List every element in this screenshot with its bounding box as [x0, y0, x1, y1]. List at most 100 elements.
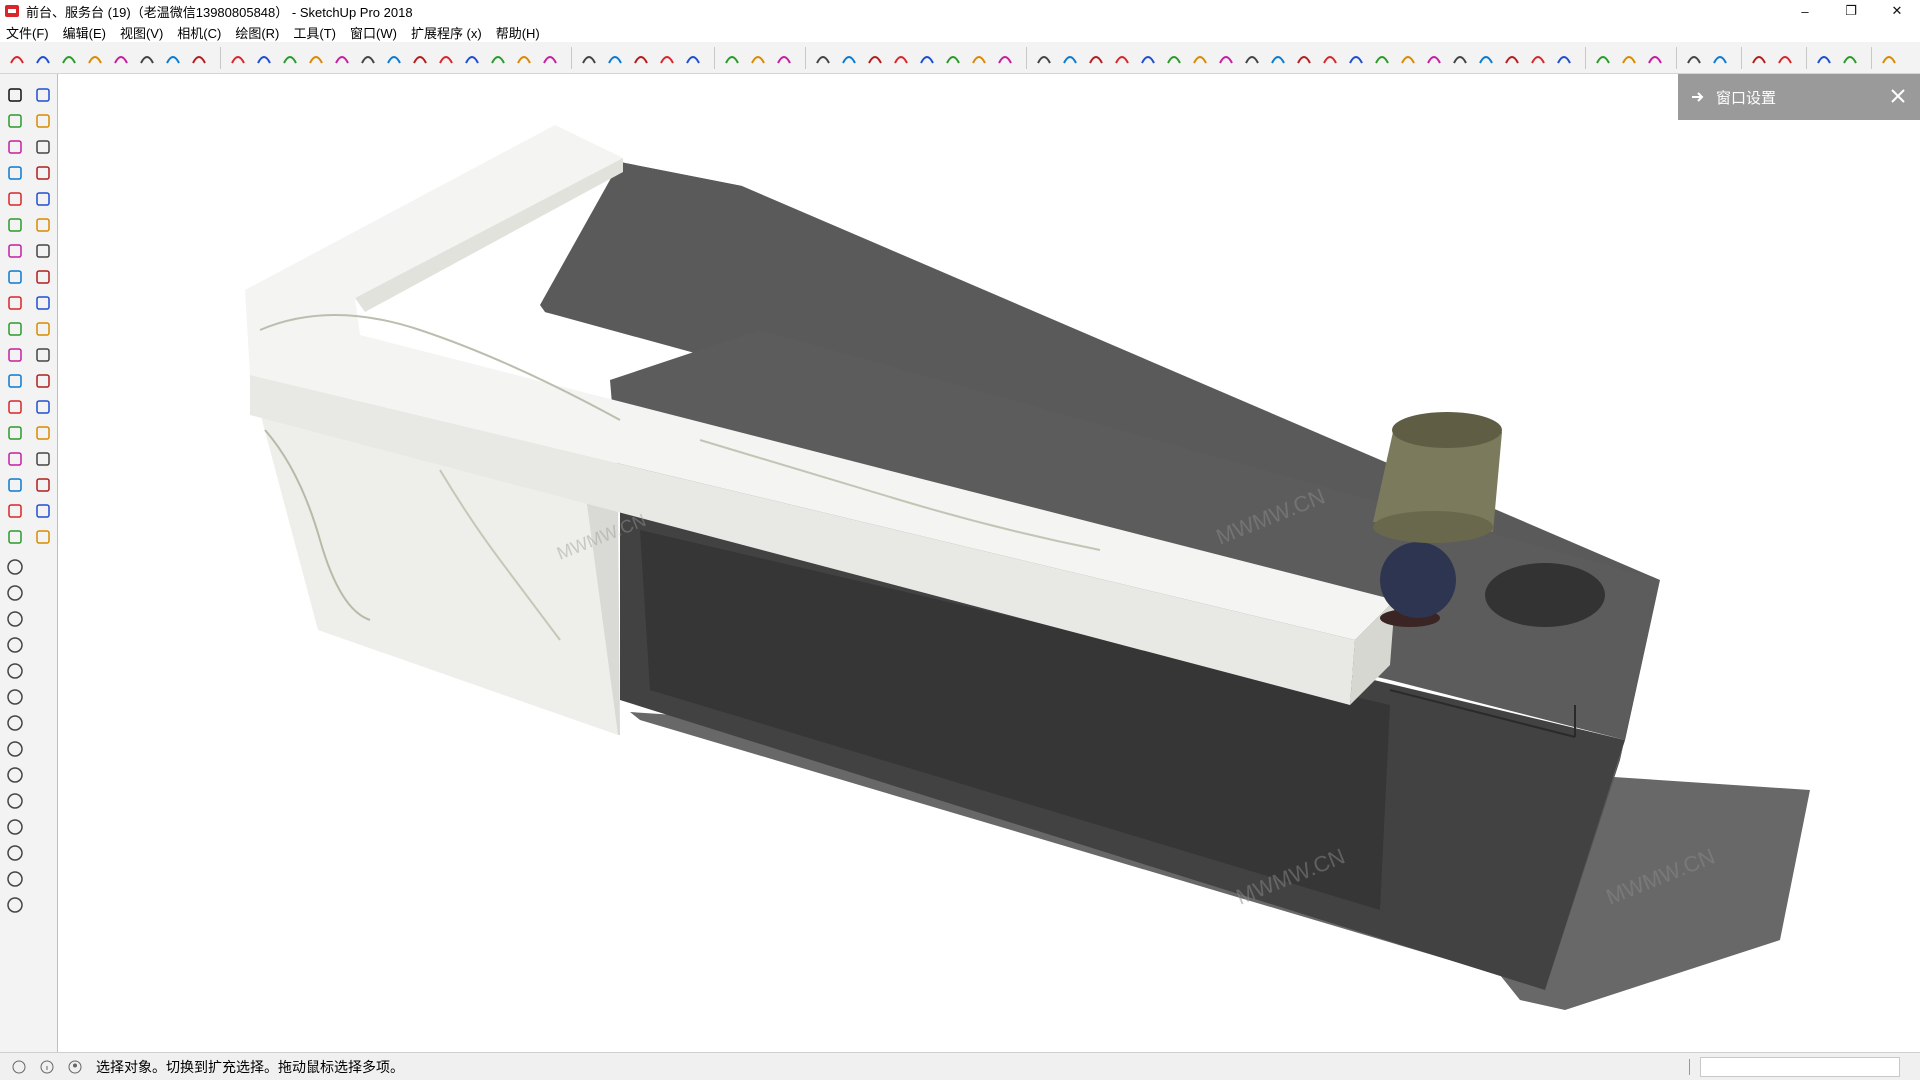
push-down-orange2-icon[interactable]	[968, 47, 990, 69]
close-icon[interactable]	[1888, 86, 1908, 106]
zoom-window-tool-icon[interactable]	[32, 448, 54, 470]
orbit-tool-icon[interactable]	[4, 422, 26, 444]
house-icon[interactable]	[747, 47, 769, 69]
pencil-icon[interactable]	[1241, 47, 1263, 69]
rotate-tool-icon[interactable]	[4, 292, 26, 314]
look-around-tool-icon[interactable]	[32, 500, 54, 522]
sandbox-3-icon[interactable]	[4, 608, 26, 630]
arc-tool-icon[interactable]	[4, 214, 26, 236]
zigzag-icon[interactable]	[279, 47, 301, 69]
tray-panel-window-settings[interactable]: 窗口设置	[1678, 74, 1920, 120]
terrain-icon[interactable]	[4, 686, 26, 708]
bezier-icon[interactable]	[227, 47, 249, 69]
arc-up-icon[interactable]	[513, 47, 535, 69]
settings-icon[interactable]	[1644, 47, 1666, 69]
position-camera-tool-icon[interactable]	[4, 500, 26, 522]
panel-icon[interactable]	[1293, 47, 1315, 69]
line-tool-icon[interactable]	[4, 136, 26, 158]
arc-red-icon[interactable]	[32, 47, 54, 69]
copy-icon[interactable]	[1475, 47, 1497, 69]
curve-pink-icon[interactable]	[110, 47, 132, 69]
pen-blue-icon[interactable]	[1813, 47, 1835, 69]
wave-icon[interactable]	[253, 47, 275, 69]
circle-pink-icon[interactable]	[656, 47, 678, 69]
help-circle-icon[interactable]	[10, 1058, 28, 1076]
sandbox-icon[interactable]	[4, 556, 26, 578]
barrel-icon[interactable]	[1527, 47, 1549, 69]
red-cross-icon[interactable]	[812, 47, 834, 69]
spiral-icon[interactable]	[409, 47, 431, 69]
circle-tool-icon[interactable]	[4, 188, 26, 210]
protractor-tool-icon[interactable]	[4, 370, 26, 392]
window-icon[interactable]	[4, 842, 26, 864]
model-viewport[interactable]: MWMW.CN MWMW.CN MWMW.CN MWMW.CN	[58, 74, 1920, 1052]
vray-icon[interactable]	[4, 764, 26, 786]
sandbox-2-icon[interactable]	[4, 582, 26, 604]
text-tool-icon[interactable]	[32, 370, 54, 392]
eraser-red-tool-icon[interactable]	[32, 110, 54, 132]
zoom-extents-tool-icon[interactable]	[4, 474, 26, 496]
hand-cursor-icon[interactable]	[4, 790, 26, 812]
follow-me-tool-icon[interactable]	[32, 292, 54, 314]
list-icon[interactable]	[1423, 47, 1445, 69]
freehand-tool-icon[interactable]	[32, 136, 54, 158]
box-multicolor-icon[interactable]	[1137, 47, 1159, 69]
gear-small-icon[interactable]	[4, 738, 26, 760]
rectangle-icon[interactable]	[383, 47, 405, 69]
pan-tool-icon[interactable]	[32, 422, 54, 444]
arrow-right-icon[interactable]	[1690, 89, 1706, 105]
menu-view[interactable]: 视图(V)	[120, 23, 163, 42]
axes-tool-icon[interactable]	[4, 396, 26, 418]
bracket-icon[interactable]	[487, 47, 509, 69]
wave-pink-icon[interactable]	[136, 47, 158, 69]
cubes-yellow-icon[interactable]	[1449, 47, 1471, 69]
restore-button[interactable]: ❐	[1828, 0, 1874, 22]
push-pull-tool-icon[interactable]	[32, 266, 54, 288]
fullscreen-icon[interactable]	[1592, 47, 1614, 69]
paint-bucket-tool-icon[interactable]	[4, 110, 26, 132]
arrows-blue-icon[interactable]	[1748, 47, 1770, 69]
n-shape-icon[interactable]	[578, 47, 600, 69]
push-down-green-icon[interactable]	[916, 47, 938, 69]
star-gold-icon[interactable]	[1371, 47, 1393, 69]
i-curve-icon[interactable]	[331, 47, 353, 69]
window-2-icon[interactable]	[4, 868, 26, 890]
line-blue-icon[interactable]	[1397, 47, 1419, 69]
user-icon[interactable]	[66, 1058, 84, 1076]
line-red-icon[interactable]	[1215, 47, 1237, 69]
rotated-rectangle-tool-icon[interactable]	[32, 162, 54, 184]
polygon-tool-icon[interactable]	[32, 188, 54, 210]
menu-edit[interactable]: 编辑(E)	[63, 23, 106, 42]
select-tool-icon[interactable]	[4, 84, 26, 106]
package-icon[interactable]	[1878, 47, 1900, 69]
text-3d-icon[interactable]	[1033, 47, 1055, 69]
3d-text-tool-icon[interactable]	[32, 396, 54, 418]
triangle-red-icon[interactable]	[1059, 47, 1081, 69]
arrows-up-icon[interactable]	[1163, 47, 1185, 69]
info-icon[interactable]	[38, 1058, 56, 1076]
arrows-red-icon[interactable]	[1774, 47, 1796, 69]
push-down-pink-icon[interactable]	[994, 47, 1016, 69]
stack-lines-icon[interactable]	[162, 47, 184, 69]
blue-bar-icon[interactable]	[1709, 47, 1731, 69]
arc-red-small-icon[interactable]	[539, 47, 561, 69]
compass-icon[interactable]	[1267, 47, 1289, 69]
menu-extensions[interactable]: 扩展程序 (x)	[411, 23, 482, 42]
push-down-blue-icon[interactable]	[864, 47, 886, 69]
zoom-tool-icon[interactable]	[4, 448, 26, 470]
walk-tool-icon[interactable]	[4, 526, 26, 548]
wave-blue-icon[interactable]	[1501, 47, 1523, 69]
arrow-right-icon[interactable]	[1345, 47, 1367, 69]
tree-icon[interactable]	[773, 47, 795, 69]
tag-pink-icon[interactable]	[682, 47, 704, 69]
sun-icon[interactable]	[4, 660, 26, 682]
globe-icon[interactable]	[4, 712, 26, 734]
previous-view-tool-icon[interactable]	[32, 474, 54, 496]
three-point-arc-tool-icon[interactable]	[32, 240, 54, 262]
menu-tools[interactable]: 工具(T)	[293, 23, 336, 42]
push-down-icon[interactable]	[838, 47, 860, 69]
push-down-orange-icon[interactable]	[942, 47, 964, 69]
cube-color-icon[interactable]	[1683, 47, 1705, 69]
fill-icon[interactable]	[1111, 47, 1133, 69]
menu-file[interactable]: 文件(F)	[6, 23, 49, 42]
